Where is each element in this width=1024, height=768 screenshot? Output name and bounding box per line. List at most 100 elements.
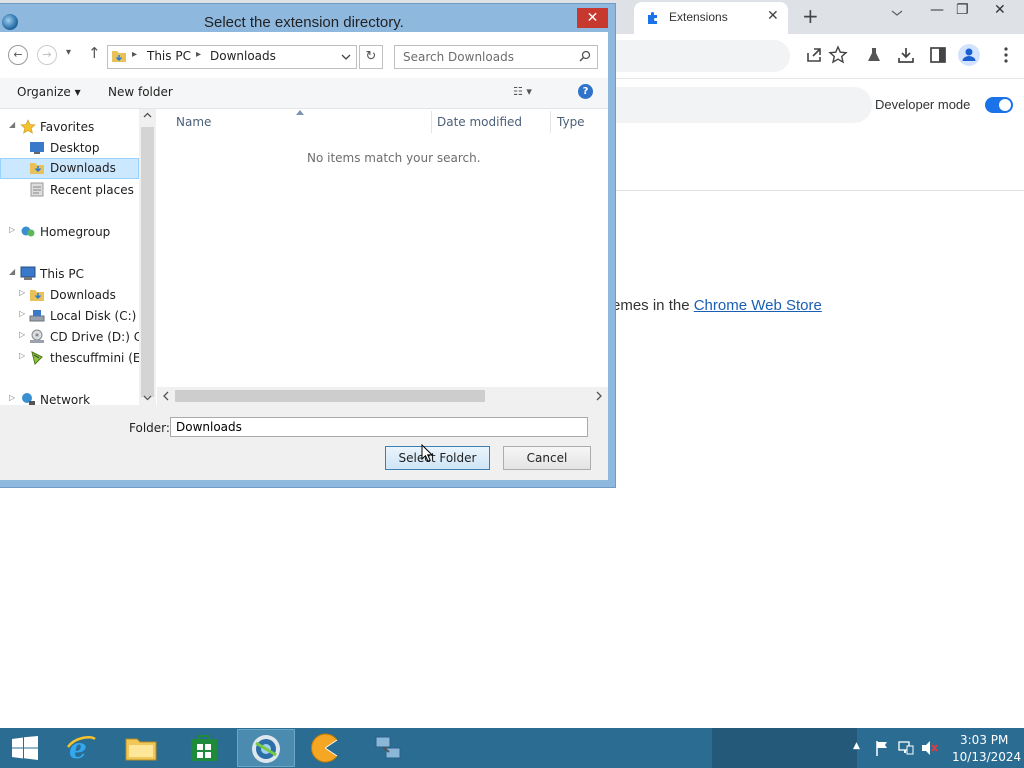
navigation-pane-scrollbar[interactable]	[139, 109, 156, 405]
forward-button[interactable]: →	[37, 45, 57, 65]
organize-menu[interactable]: Organize ▾	[17, 85, 81, 99]
tab-search-icon[interactable]	[891, 8, 903, 18]
refresh-button[interactable]: ↻	[359, 45, 383, 69]
share-icon[interactable]	[804, 45, 824, 65]
taskbar-network-app[interactable]	[360, 729, 418, 767]
select-folder-button[interactable]: Select Folder	[385, 446, 490, 470]
taskbar-pacman-app[interactable]	[298, 729, 356, 767]
expand-icon[interactable]: ▷	[19, 330, 25, 339]
dialog-close-button[interactable]: ✕	[577, 8, 608, 28]
web-store-prefix: emes in the	[612, 297, 694, 314]
chevron-down-icon[interactable]	[341, 52, 351, 62]
file-list-hscrollbar[interactable]	[157, 387, 608, 405]
tree-item-homegroup[interactable]: ▷ Homegroup	[0, 222, 138, 242]
column-header-date-modified[interactable]: Date modified	[437, 115, 522, 129]
recent-locations-button[interactable]: ▾	[66, 47, 71, 58]
collapse-icon[interactable]: ◢	[9, 267, 15, 276]
volume-muted-icon[interactable]	[921, 740, 939, 756]
web-store-text: emes in the Chrome Web Store	[612, 297, 822, 314]
tab-title: Extensions	[669, 10, 728, 24]
tree-label: Recent places	[50, 183, 134, 197]
show-hidden-icons-button[interactable]: ▲	[853, 741, 860, 751]
scroll-left-icon[interactable]	[162, 391, 170, 401]
view-options-button[interactable]: ☷ ▾	[513, 85, 532, 98]
tree-item-usb-drive[interactable]: ▷ thescuffmini (E:)	[0, 348, 149, 368]
window-close-button[interactable]: ✕	[994, 2, 1006, 18]
crumb-separator: ▸	[132, 49, 138, 60]
taskbar-active-app[interactable]	[237, 729, 295, 767]
minimize-button[interactable]: —	[930, 2, 944, 18]
expand-icon[interactable]: ◢	[9, 120, 15, 129]
scroll-down-icon[interactable]	[143, 393, 152, 402]
tree-item-local-disk[interactable]: ▷ Local Disk (C:)	[0, 306, 138, 326]
expand-icon[interactable]: ▷	[19, 351, 25, 360]
scrollbar-thumb[interactable]	[141, 127, 154, 397]
address-bar[interactable]	[600, 40, 790, 72]
taskbar-file-explorer[interactable]	[112, 729, 170, 767]
scrollbar-thumb[interactable]	[175, 390, 485, 402]
scroll-right-icon[interactable]	[595, 391, 603, 401]
crumb-this-pc[interactable]: This PC	[147, 49, 191, 63]
tree-item-recent-places[interactable]: Recent places	[0, 180, 138, 200]
profile-avatar-icon[interactable]	[958, 44, 980, 66]
column-header-type[interactable]: Type	[557, 115, 585, 129]
new-folder-button[interactable]: New folder	[108, 85, 173, 99]
expand-icon[interactable]: ▷	[19, 309, 25, 318]
tree-label: Network	[40, 393, 91, 405]
extensions-search-bar[interactable]	[600, 87, 872, 123]
tab-close-icon[interactable]: ✕	[767, 8, 779, 24]
developer-mode-toggle[interactable]	[985, 97, 1013, 113]
tree-item-network[interactable]: ▷ Network	[0, 390, 138, 405]
tree-item-this-pc[interactable]: ◢ This PC	[0, 264, 138, 284]
tree-item-downloads-favorite[interactable]: Downloads	[0, 158, 139, 179]
back-button[interactable]: ←	[8, 45, 28, 65]
maximize-button[interactable]: ❐	[956, 2, 969, 18]
bookmark-star-icon[interactable]	[828, 45, 848, 65]
folder-label: Folder:	[129, 421, 170, 435]
expand-icon[interactable]: ▷	[19, 288, 25, 297]
navigation-bar: ← → ▾ ↑ ▸ This PC ▸ Downloads ↻ Search D…	[0, 32, 608, 78]
tree-item-downloads[interactable]: ▷ Downloads	[0, 285, 138, 305]
new-tab-button[interactable]: +	[802, 4, 819, 28]
clock-time[interactable]: 3:03 PM	[960, 733, 1008, 747]
search-placeholder: Search Downloads	[403, 50, 514, 64]
column-header-name[interactable]: Name	[176, 115, 211, 129]
local-disk-icon	[29, 310, 45, 322]
taskbar-store[interactable]	[175, 729, 233, 767]
homegroup-icon	[21, 226, 35, 237]
dialog-footer: Folder: Select Folder Cancel	[0, 405, 608, 480]
labs-flask-icon[interactable]	[864, 45, 884, 65]
downloads-folder-icon	[30, 290, 44, 301]
search-input[interactable]: Search Downloads	[394, 45, 598, 69]
command-bar: Organize ▾ New folder ☷ ▾ ?	[0, 78, 608, 109]
taskbar-empty-area	[712, 728, 857, 768]
address-breadcrumb[interactable]: ▸ This PC ▸ Downloads	[107, 45, 357, 69]
action-center-flag-icon[interactable]	[875, 740, 889, 756]
column-separator[interactable]	[550, 111, 551, 133]
tab-extensions[interactable]: Extensions ✕	[634, 2, 788, 34]
crumb-downloads[interactable]: Downloads	[210, 49, 276, 63]
chrome-web-store-link[interactable]: Chrome Web Store	[694, 297, 822, 314]
clock-date[interactable]: 10/13/2024	[952, 750, 1021, 764]
tree-item-desktop[interactable]: Desktop	[0, 138, 138, 158]
up-button[interactable]: ↑	[88, 44, 101, 62]
download-icon[interactable]	[896, 45, 916, 65]
folder-name-input[interactable]	[170, 417, 588, 437]
taskbar-internet-explorer[interactable]: e	[52, 729, 110, 767]
chrome-menu-icon[interactable]	[996, 45, 1016, 65]
side-panel-icon[interactable]	[928, 45, 948, 65]
cancel-button[interactable]: Cancel	[503, 446, 591, 470]
help-icon[interactable]: ?	[578, 84, 593, 99]
expand-icon[interactable]: ▷	[9, 225, 15, 234]
scroll-up-icon[interactable]	[143, 111, 152, 120]
expand-icon[interactable]: ▷	[9, 393, 15, 402]
navigation-pane: ◢ Favorites Desktop Downloads Recent pla…	[0, 109, 156, 405]
recent-places-icon	[30, 182, 44, 197]
tree-item-cd-drive[interactable]: ▷ CD Drive (D:) CDI	[0, 327, 155, 347]
select-folder-dialog: Select the extension directory. ✕ ← → ▾ …	[0, 4, 615, 487]
tree-label: Desktop	[50, 141, 100, 155]
tree-item-favorites[interactable]: ◢ Favorites	[0, 117, 138, 137]
start-windows-icon[interactable]	[11, 736, 39, 760]
column-separator[interactable]	[431, 111, 432, 133]
network-tray-icon[interactable]	[898, 740, 914, 756]
